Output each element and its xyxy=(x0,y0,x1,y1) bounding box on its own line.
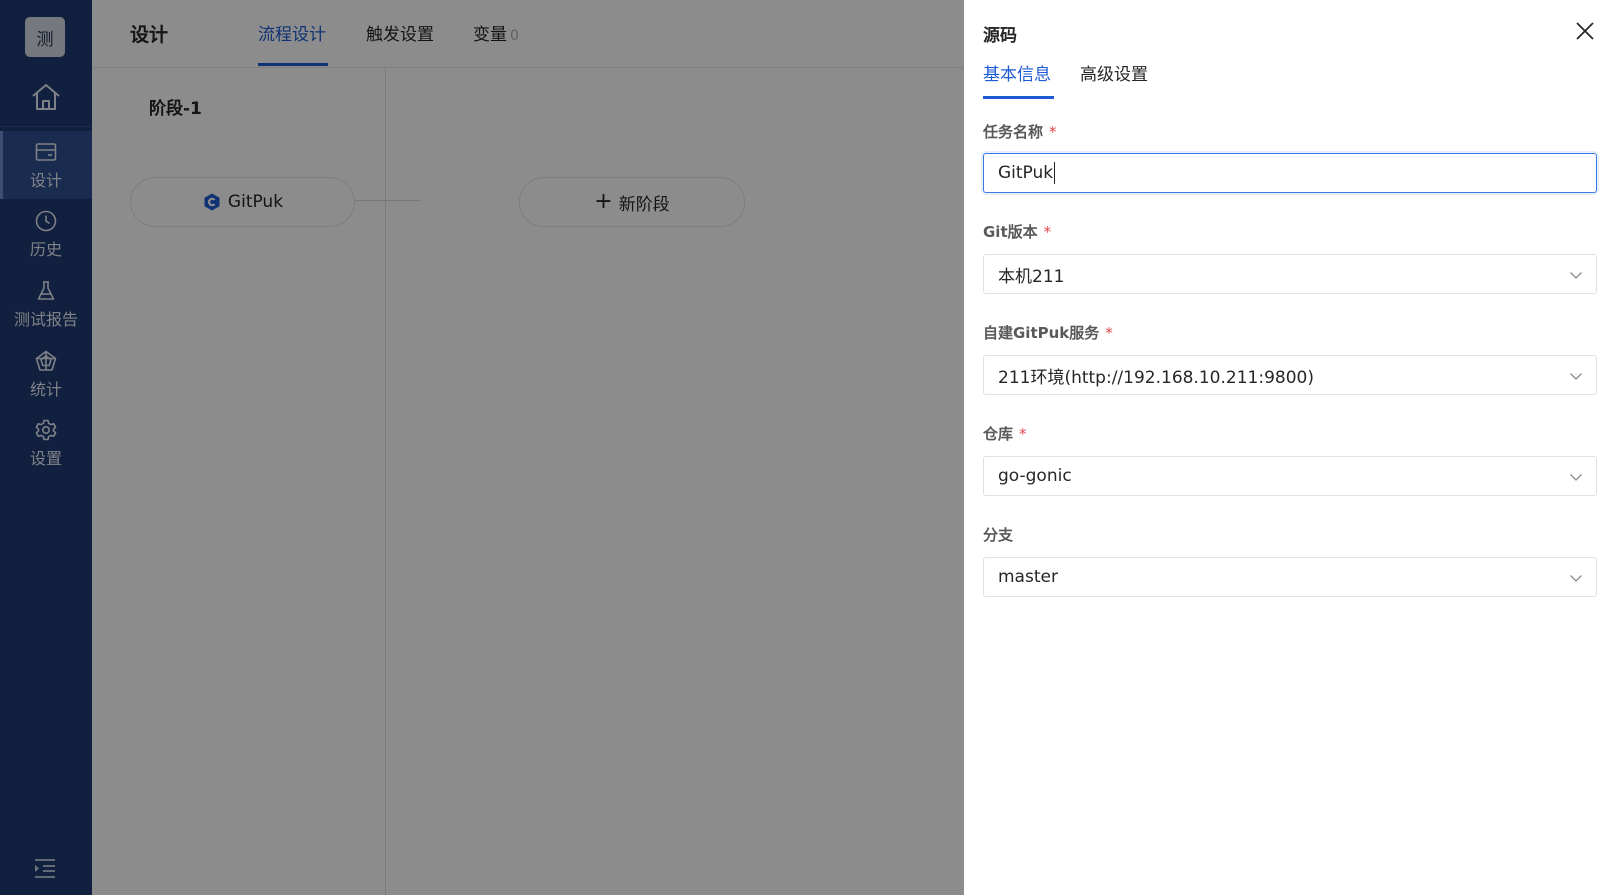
gitpuk-service-value: 211环境(http://192.168.10.211:9800) xyxy=(998,367,1314,388)
branch-value: master xyxy=(998,567,1058,587)
required-mark: * xyxy=(1105,324,1113,342)
task-name-label-text: 任务名称 xyxy=(983,123,1044,141)
drawer-tab-indicator xyxy=(983,96,1054,99)
branch-label: 分支 xyxy=(983,524,1013,545)
git-version-label: Git版本 * xyxy=(983,221,1051,242)
git-version-select[interactable]: 本机211 xyxy=(983,254,1597,294)
chevron-down-icon xyxy=(1570,575,1582,582)
chevron-down-icon xyxy=(1570,272,1582,279)
git-version-label-text: Git版本 xyxy=(983,223,1038,241)
task-name-label: 任务名称 * xyxy=(983,121,1057,142)
required-mark: * xyxy=(1043,223,1052,241)
repository-value: go-gonic xyxy=(998,466,1072,486)
git-version-value: 本机211 xyxy=(998,266,1065,287)
task-name-value: GitPuk xyxy=(998,163,1054,183)
drawer-title: 源码 xyxy=(983,26,1017,46)
close-button[interactable] xyxy=(1574,20,1596,42)
close-icon xyxy=(1576,22,1594,40)
required-mark: * xyxy=(1019,425,1027,443)
tab-advanced-settings[interactable]: 高级设置 xyxy=(1080,60,1148,85)
repository-select[interactable]: go-gonic xyxy=(983,456,1597,496)
gitpuk-service-select[interactable]: 211环境(http://192.168.10.211:9800) xyxy=(983,355,1597,395)
gitpuk-service-label: 自建GitPuk服务 * xyxy=(983,322,1113,343)
branch-label-text: 分支 xyxy=(983,526,1014,544)
text-caret xyxy=(1054,162,1056,184)
tab-basic-info[interactable]: 基本信息 xyxy=(983,60,1051,85)
repository-label: 仓库 * xyxy=(983,423,1027,444)
branch-select[interactable]: master xyxy=(983,557,1597,597)
gitpuk-service-label-text: 自建GitPuk服务 xyxy=(983,324,1100,342)
chevron-down-icon xyxy=(1570,474,1582,481)
source-drawer: 源码 基本信息 高级设置 任务名称 * GitPuk Git版本 * 本机211 自… xyxy=(964,0,1610,895)
chevron-down-icon xyxy=(1570,373,1582,380)
drawer-overlay[interactable] xyxy=(0,0,964,895)
required-mark: * xyxy=(1049,123,1057,141)
repository-label-text: 仓库 xyxy=(983,425,1014,443)
task-name-input[interactable]: GitPuk xyxy=(983,153,1597,193)
